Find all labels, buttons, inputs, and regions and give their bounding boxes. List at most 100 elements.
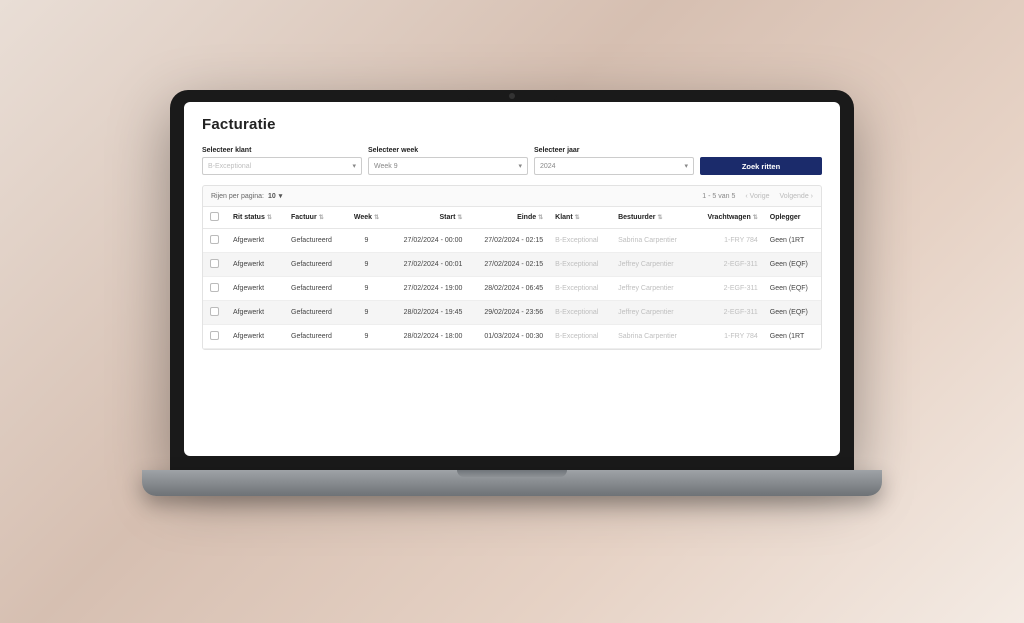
cell-einde: 28/02/2024 - 06:45 bbox=[468, 277, 549, 301]
rows-per-page-label: Rijen per pagina: bbox=[211, 193, 264, 200]
cell-rit-status: Afgewerkt bbox=[227, 229, 285, 253]
cell-bestuurder: Jeffrey Carpentier bbox=[612, 277, 693, 301]
pagination-prev[interactable]: ‹ Vorige bbox=[745, 193, 769, 200]
cell-factuur: Gefactureerd bbox=[285, 277, 345, 301]
col-oplegger-label: Oplegger bbox=[770, 214, 801, 221]
filter-jaar-label: Selecteer jaar bbox=[534, 147, 694, 154]
cell-einde: 29/02/2024 - 23:56 bbox=[468, 301, 549, 325]
col-klant[interactable]: Klant⇅ bbox=[549, 207, 612, 229]
filter-week: Selecteer week Week 9 ▾ bbox=[368, 147, 528, 175]
cell-week: 9 bbox=[345, 229, 387, 253]
cell-oplegger: Geen (EQF) bbox=[764, 277, 821, 301]
cell-start: 27/02/2024 - 00:01 bbox=[388, 253, 469, 277]
cell-start: 27/02/2024 - 00:00 bbox=[388, 229, 469, 253]
filter-week-label: Selecteer week bbox=[368, 147, 528, 154]
rows-per-page-value: 10 bbox=[268, 193, 276, 200]
app-screen: Facturatie Selecteer klant B-Exceptional… bbox=[184, 102, 840, 456]
cell-vrachtwagen: 2-EGF-311 bbox=[693, 277, 764, 301]
table-row: AfgewerktGefactureerd927/02/2024 - 19:00… bbox=[203, 277, 821, 301]
cell-week: 9 bbox=[345, 253, 387, 277]
col-checkbox bbox=[203, 207, 227, 229]
col-vrachtwagen-label: Vrachtwagen bbox=[708, 214, 751, 221]
pagination-next[interactable]: Volgende › bbox=[780, 193, 813, 200]
cell-factuur: Gefactureerd bbox=[285, 325, 345, 349]
table-row: AfgewerktGefactureerd928/02/2024 - 19:45… bbox=[203, 301, 821, 325]
cell-oplegger: Geen (EQF) bbox=[764, 301, 821, 325]
cell-vrachtwagen: 2-EGF-311 bbox=[693, 253, 764, 277]
col-einde[interactable]: Einde⇅ bbox=[468, 207, 549, 229]
row-checkbox[interactable] bbox=[210, 331, 219, 340]
cell-factuur: Gefactureerd bbox=[285, 253, 345, 277]
row-checkbox[interactable] bbox=[210, 259, 219, 268]
cell-oplegger: Geen (1RT bbox=[764, 229, 821, 253]
rows-per-page: Rijen per pagina: 10 ▾ bbox=[211, 192, 282, 200]
col-week[interactable]: Week⇅ bbox=[345, 207, 387, 229]
col-rit-status-label: Rit status bbox=[233, 214, 265, 221]
pagination-prev-label: Vorige bbox=[750, 193, 770, 200]
filter-bar: Selecteer klant B-Exceptional ▾ Selectee… bbox=[202, 147, 822, 175]
col-factuur-label: Factuur bbox=[291, 214, 317, 221]
cell-klant: B-Exceptional bbox=[549, 325, 612, 349]
app-root: Facturatie Selecteer klant B-Exceptional… bbox=[184, 102, 840, 364]
chevron-right-icon: › bbox=[809, 193, 813, 200]
sort-icon: ⇅ bbox=[657, 215, 662, 221]
jaar-select[interactable]: 2024 ▾ bbox=[534, 157, 694, 175]
col-einde-label: Einde bbox=[517, 214, 536, 221]
col-oplegger: Oplegger bbox=[764, 207, 821, 229]
row-checkbox[interactable] bbox=[210, 283, 219, 292]
cell-vrachtwagen: 1-FRY 784 bbox=[693, 325, 764, 349]
cell-vrachtwagen: 1-FRY 784 bbox=[693, 229, 764, 253]
cell-bestuurder: Jeffrey Carpentier bbox=[612, 301, 693, 325]
sort-icon: ⇅ bbox=[319, 215, 324, 221]
cell-week: 9 bbox=[345, 277, 387, 301]
klant-select-value: B-Exceptional bbox=[208, 163, 251, 170]
cell-oplegger: Geen (EQF) bbox=[764, 253, 821, 277]
filter-klant: Selecteer klant B-Exceptional ▾ bbox=[202, 147, 362, 175]
chevron-down-icon: ▾ bbox=[279, 192, 283, 200]
cell-einde: 27/02/2024 - 02:15 bbox=[468, 229, 549, 253]
sort-icon: ⇅ bbox=[457, 215, 462, 221]
cell-rit-status: Afgewerkt bbox=[227, 277, 285, 301]
klant-select[interactable]: B-Exceptional ▾ bbox=[202, 157, 362, 175]
zoek-ritten-button[interactable]: Zoek ritten bbox=[700, 157, 822, 175]
col-factuur[interactable]: Factuur⇅ bbox=[285, 207, 345, 229]
col-rit-status[interactable]: Rit status⇅ bbox=[227, 207, 285, 229]
pagination-next-label: Volgende bbox=[780, 193, 809, 200]
col-week-label: Week bbox=[354, 214, 372, 221]
row-checkbox[interactable] bbox=[210, 235, 219, 244]
camera-icon bbox=[509, 93, 515, 99]
col-bestuurder[interactable]: Bestuurder⇅ bbox=[612, 207, 693, 229]
select-all-checkbox[interactable] bbox=[210, 212, 219, 221]
cell-week: 9 bbox=[345, 301, 387, 325]
table-row: AfgewerktGefactureerd928/02/2024 - 18:00… bbox=[203, 325, 821, 349]
chevron-down-icon: ▾ bbox=[684, 162, 688, 170]
cell-vrachtwagen: 2-EGF-311 bbox=[693, 301, 764, 325]
page-backdrop: Facturatie Selecteer klant B-Exceptional… bbox=[0, 0, 1024, 623]
rides-table: Rit status⇅ Factuur⇅ Week⇅ Start⇅ Einde⇅… bbox=[203, 206, 821, 349]
table-toolbar: Rijen per pagina: 10 ▾ 1 - 5 van 5 ‹ Vor… bbox=[203, 186, 821, 206]
col-vrachtwagen[interactable]: Vrachtwagen⇅ bbox=[693, 207, 764, 229]
rows-per-page-select[interactable]: 10 ▾ bbox=[268, 192, 282, 200]
chevron-down-icon: ▾ bbox=[352, 162, 356, 170]
week-select[interactable]: Week 9 ▾ bbox=[368, 157, 528, 175]
cell-bestuurder: Jeffrey Carpentier bbox=[612, 253, 693, 277]
week-select-value: Week 9 bbox=[374, 163, 398, 170]
cell-klant: B-Exceptional bbox=[549, 229, 612, 253]
cell-bestuurder: Sabrina Carpentier bbox=[612, 325, 693, 349]
cell-klant: B-Exceptional bbox=[549, 277, 612, 301]
cell-start: 27/02/2024 - 19:00 bbox=[388, 277, 469, 301]
col-bestuurder-label: Bestuurder bbox=[618, 214, 655, 221]
cell-einde: 01/03/2024 - 00:30 bbox=[468, 325, 549, 349]
sort-icon: ⇅ bbox=[575, 215, 580, 221]
chevron-down-icon: ▾ bbox=[518, 162, 522, 170]
pagination: 1 - 5 van 5 ‹ Vorige Volgende › bbox=[702, 193, 813, 200]
jaar-select-value: 2024 bbox=[540, 163, 556, 170]
laptop-mockup: Facturatie Selecteer klant B-Exceptional… bbox=[170, 90, 854, 530]
rides-table-container: Rijen per pagina: 10 ▾ 1 - 5 van 5 ‹ Vor… bbox=[202, 185, 822, 350]
cell-oplegger: Geen (1RT bbox=[764, 325, 821, 349]
row-checkbox[interactable] bbox=[210, 307, 219, 316]
cell-start: 28/02/2024 - 18:00 bbox=[388, 325, 469, 349]
col-klant-label: Klant bbox=[555, 214, 573, 221]
table-row: AfgewerktGefactureerd927/02/2024 - 00:00… bbox=[203, 229, 821, 253]
col-start[interactable]: Start⇅ bbox=[388, 207, 469, 229]
